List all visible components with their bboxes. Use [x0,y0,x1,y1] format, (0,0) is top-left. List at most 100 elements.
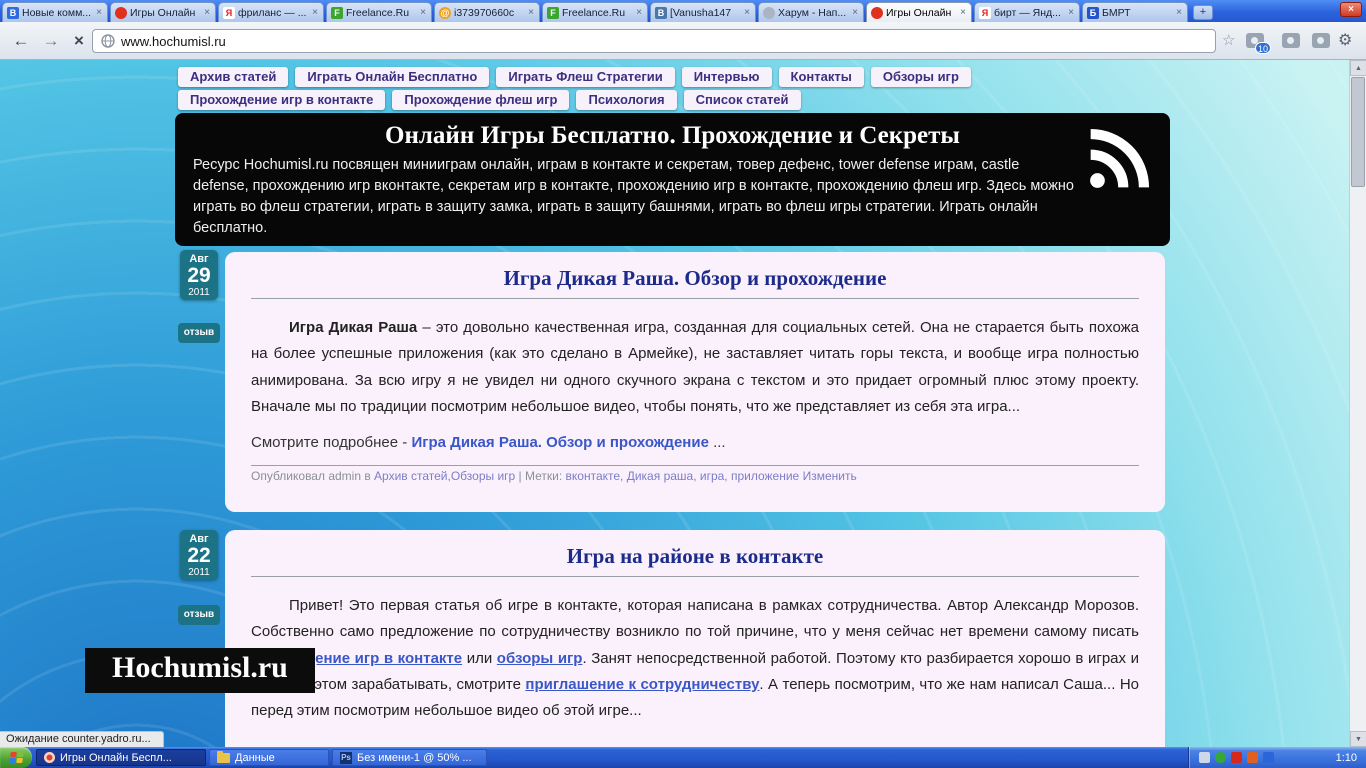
browser-tab[interactable]: Б БМРТ × [1082,2,1188,22]
footer-categories-link[interactable]: Архив статей,Обзоры игр [374,469,515,483]
title-divider [251,576,1139,577]
extension-icon-1[interactable] [1282,33,1300,48]
tab-close-icon[interactable]: × [203,7,211,18]
address-bar[interactable]: www.hochumisl.ru [92,29,1216,53]
tab-close-icon[interactable]: × [851,7,859,18]
tab-favicon: F [547,6,559,19]
tab-close-icon[interactable]: × [419,7,427,18]
back-button[interactable]: ← [8,28,34,54]
site-description: Ресурс Hochumisl.ru посвящен минииграм о… [193,157,1074,236]
nav-item-flash-walkthrough[interactable]: Прохождение флеш игр [392,90,570,110]
lens-decoration [1317,37,1324,44]
tab-label: Харум - Нап... [778,6,847,19]
nav-item-archive[interactable]: Архив статей [178,67,289,87]
forward-button[interactable]: → [38,28,64,54]
tab-close-icon[interactable]: × [527,7,535,18]
article-wild-russia: Игра Дикая Раша. Обзор и прохождение Игр… [225,252,1165,512]
browser-tab[interactable]: F Freelance.Ru × [542,2,648,22]
tab-favicon [871,6,883,19]
tab-close-icon[interactable]: × [743,7,751,18]
screenshot-tool-icon[interactable]: 10 [1246,33,1271,54]
tab-favicon: Я [223,6,235,19]
date-year: 2011 [188,287,210,299]
comments-link[interactable]: отзыв [178,323,220,343]
scroll-up-arrow[interactable]: ▲ [1350,60,1366,76]
nav-item-reviews[interactable]: Обзоры игр [870,67,971,87]
tab-label: бирт — Янд... [994,6,1061,19]
inline-link-reviews[interactable]: обзоры игр [497,650,583,667]
footer-edit-link[interactable]: Изменить [803,469,857,483]
post-date-badge: Авг 22 2011 [180,530,218,581]
scrollbar[interactable]: ▲ ▼ [1349,60,1366,747]
taskbar-item-label: Игры Онлайн Беспл... [60,751,172,764]
tray-ati-icon[interactable] [1231,752,1242,763]
taskbar-item-browser[interactable]: Игры Онлайн Беспл... [36,749,206,766]
read-more-link[interactable]: Игра Дикая Раша. Обзор и прохождение [411,434,708,451]
tray-app-icon-1[interactable] [1199,752,1210,763]
browser-tab[interactable]: В [Vanusha147 × [650,2,756,22]
tab-label: Игры Онлайн [130,6,196,19]
taskbar: Игры Онлайн Беспл... Данные Ps Без имени… [0,747,1366,768]
browser-tab[interactable]: @ i373970660c × [434,2,540,22]
post-title[interactable]: Игра Дикая Раша. Обзор и прохождение [251,266,1139,291]
inline-link-cooperation[interactable]: приглашение к сотрудничеству [525,676,759,693]
date-day: 29 [187,264,211,287]
scroll-down-arrow[interactable]: ▼ [1350,731,1366,747]
footer-tags-link[interactable]: вконтакте, Дикая раша, игра, приложение [566,469,800,483]
tab-close-icon[interactable]: × [959,7,967,18]
post-text: Привет! Это первая статья об игре в конт… [251,597,1139,641]
rss-icon[interactable] [1082,125,1156,193]
taskbar-item-folder[interactable]: Данные [209,749,329,766]
read-more-line: Смотрите подробнее - Игра Дикая Раша. Об… [251,434,1139,451]
stop-button[interactable]: × [66,28,92,54]
nav-item-vk-walkthrough[interactable]: Прохождение игр в контакте [178,90,386,110]
browser-tab[interactable]: Я бирт — Янд... × [974,2,1080,22]
browser-tab[interactable]: Харум - Нап... × [758,2,864,22]
footer-divider [251,465,1139,466]
tray-app-icon-2[interactable] [1247,752,1258,763]
nav-item-flash-strategy[interactable]: Играть Флеш Стратегии [496,67,675,87]
window-close-button[interactable]: × [1340,2,1362,17]
tab-close-icon[interactable]: × [1175,7,1183,18]
browser-tab[interactable]: F Freelance.Ru × [326,2,432,22]
nav-item-play-online[interactable]: Играть Онлайн Бесплатно [295,67,490,87]
browser-tab-active[interactable]: Игры Онлайн × [866,2,972,22]
browser-tab[interactable]: Игры Онлайн × [110,2,216,22]
tab-close-icon[interactable]: × [95,7,103,18]
tab-close-icon[interactable]: × [635,7,643,18]
post-text: или [462,649,497,667]
post-title[interactable]: Игра на районе в контакте [251,544,1139,569]
tab-close-icon[interactable]: × [1067,7,1075,18]
title-divider [251,298,1139,299]
nav-item-interview[interactable]: Интервью [681,67,772,87]
browser-tab[interactable]: Я фриланс — ... × [218,2,324,22]
date-year: 2011 [188,567,210,579]
nav-item-contacts[interactable]: Контакты [778,67,864,87]
comments-link[interactable]: отзыв [178,605,220,625]
status-text: Ожидание counter.yadro.ru... [0,731,164,747]
read-more-suffix: ... [708,434,726,451]
tab-favicon [763,6,775,19]
tab-favicon: @ [439,6,451,19]
system-tray: 1:10 [1188,747,1366,768]
site-nav-row-1: Архив статей Играть Онлайн Бесплатно Игр… [178,67,971,87]
start-button[interactable] [0,747,32,768]
tab-label: Игры Онлайн [886,6,952,19]
wrench-menu-icon[interactable]: ⚙ [1338,30,1352,50]
tab-close-icon[interactable]: × [311,7,319,18]
scrollbar-thumb[interactable] [1351,77,1365,187]
nav-item-psychology[interactable]: Психология [576,90,677,110]
taskbar-item-label: Данные [235,751,275,764]
tab-favicon [115,6,127,19]
new-tab-button[interactable]: + [1193,5,1213,20]
tray-antivirus-icon[interactable] [1215,752,1226,763]
tab-favicon: В [7,6,19,19]
watermark-label: Hochumisl.ru [85,648,315,693]
nav-item-article-list[interactable]: Список статей [683,90,801,110]
photoshop-icon: Ps [340,751,352,764]
browser-tab[interactable]: В Новые комм... × [2,2,108,22]
taskbar-item-photoshop[interactable]: Ps Без имени-1 @ 50% ... [332,749,487,766]
bookmark-star-icon[interactable]: ☆ [1222,31,1235,49]
tray-volume-icon[interactable] [1263,752,1274,763]
extension-icon-2[interactable] [1312,33,1330,48]
